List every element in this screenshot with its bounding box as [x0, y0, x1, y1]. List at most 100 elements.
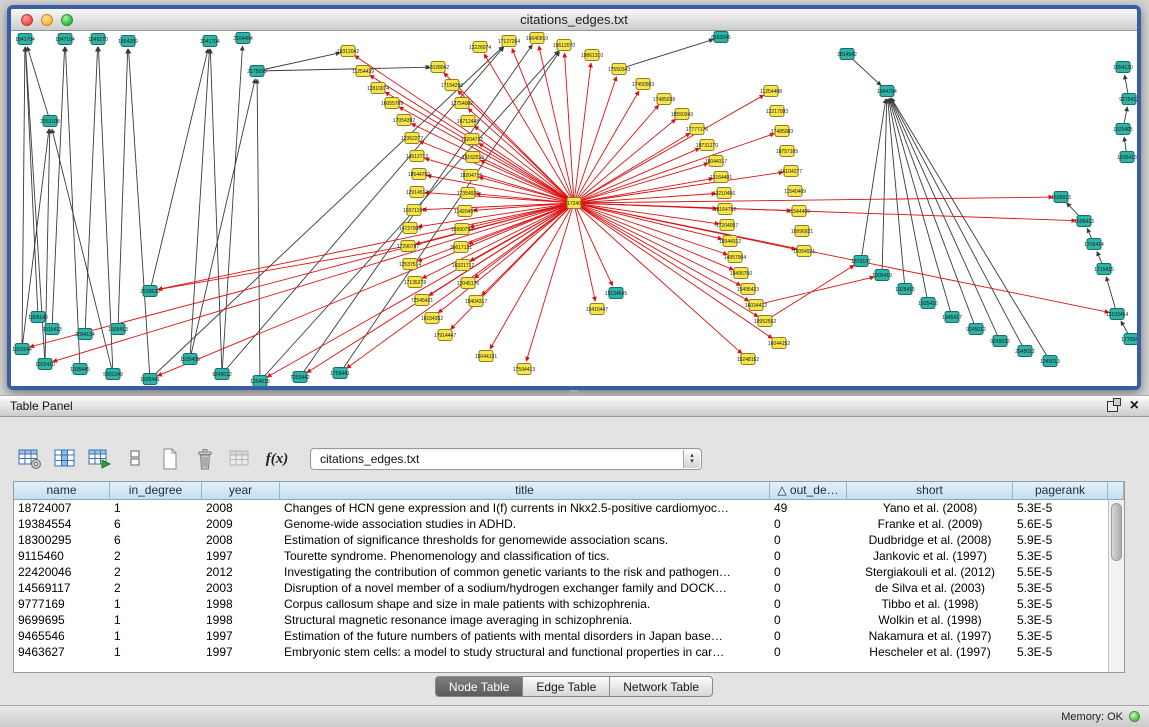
close-panel-icon[interactable]: ×: [1130, 398, 1139, 414]
graph-node[interactable]: 11544469: [788, 206, 810, 217]
graph-node[interactable]: 18544750: [408, 169, 430, 180]
graph-node[interactable]: 1854209: [118, 36, 138, 47]
graph-node[interactable]: 1901544: [12, 344, 32, 355]
table-row[interactable]: 1938455462009Genome-wide association stu…: [14, 516, 1108, 532]
graph-node[interactable]: 18550343: [671, 109, 693, 120]
graph-node[interactable]: 2175099: [247, 66, 267, 77]
graph-node[interactable]: 9245012: [212, 369, 232, 380]
graph-node[interactable]: 1847104: [55, 34, 75, 45]
graph-node[interactable]: 14512712: [406, 151, 428, 162]
graph-node[interactable]: 1944794: [877, 86, 897, 97]
delete-rows-button-disabled[interactable]: [226, 445, 254, 473]
graph-node[interactable]: 1935416: [918, 298, 938, 309]
graph-node[interactable]: 1770544: [1121, 334, 1137, 345]
delete-table-button[interactable]: [191, 445, 219, 473]
graph-node[interactable]: 17485038: [653, 94, 675, 105]
graph-node[interactable]: 1925415: [895, 284, 915, 295]
graph-node[interactable]: 9275413: [1119, 94, 1137, 105]
zoom-window-icon[interactable]: [61, 14, 73, 26]
graph-node[interactable]: 18164752: [714, 204, 736, 215]
graph-node[interactable]: 17127254: [498, 36, 520, 47]
scrollbar-thumb[interactable]: [1111, 503, 1122, 561]
float-panel-icon[interactable]: [1107, 401, 1118, 412]
column-header[interactable]: name: [14, 482, 110, 500]
graph-node[interactable]: 16055709: [381, 98, 403, 109]
graph-node[interactable]: 17450503: [632, 79, 654, 90]
graph-node[interactable]: 17777176: [686, 124, 708, 135]
graph-node[interactable]: 7253442: [290, 372, 310, 383]
table-row[interactable]: 1456911722003Disruption of a novel membe…: [14, 580, 1108, 596]
graph-node[interactable]: 12226074: [469, 42, 491, 53]
graph-node[interactable]: 1925441: [140, 374, 160, 385]
graph-node[interactable]: 9245012: [966, 324, 986, 335]
window-titlebar[interactable]: citations_edges.txt: [11, 9, 1137, 31]
graph-node[interactable]: 12914512: [406, 187, 428, 198]
graph-node[interactable]: 2015413: [42, 324, 62, 335]
network-graph[interactable]: 17240 18312042 11254439 12810074 1605570…: [11, 31, 1137, 386]
graph-node[interactable]: 17204057: [716, 220, 738, 231]
graph-node[interactable]: 15248152: [737, 354, 759, 365]
graph-node[interactable]: 1945417: [942, 312, 962, 323]
graph-node[interactable]: 1695413: [1074, 216, 1094, 227]
table-row[interactable]: 946362711997Embryonic stem cells: a mode…: [14, 644, 1108, 660]
graph-node[interactable]: 17550343: [608, 64, 630, 75]
graph-node[interactable]: 1935413: [1117, 152, 1137, 163]
graph-node[interactable]: 1715415: [1094, 264, 1114, 275]
column-header[interactable]: title: [280, 482, 770, 500]
table-row[interactable]: 911546021997Tourette syndrome. Phenomeno…: [14, 548, 1108, 564]
graph-node[interactable]: 15054921: [793, 246, 815, 257]
graph-node[interactable]: 1254015: [250, 376, 270, 387]
function-builder-button[interactable]: f(x): [261, 451, 293, 468]
graph-node[interactable]: 11540469: [784, 186, 806, 197]
graph-node[interactable]: 17485083: [771, 126, 793, 137]
table-select-dropdown[interactable]: citations_edges.txt ▴▾: [310, 448, 702, 470]
graph-node[interactable]: 2104454: [233, 33, 253, 44]
graph-node[interactable]: 12028042: [427, 62, 449, 73]
graph-node[interactable]: 15404317: [465, 296, 487, 307]
graph-node[interactable]: 17594413: [513, 364, 535, 375]
graph-node[interactable]: 1705414: [1084, 239, 1104, 250]
graph-node[interactable]: 2054134: [75, 329, 95, 340]
graph-node[interactable]: 18495750: [730, 268, 752, 279]
graph-node[interactable]: 13164401: [710, 172, 732, 183]
graph-node[interactable]: 1849270: [88, 34, 108, 45]
graph-node[interactable]: 12103454: [1106, 309, 1128, 320]
graph-node[interactable]: 1905140: [28, 312, 48, 323]
graph-node[interactable]: 19612070: [553, 40, 575, 51]
graph-node[interactable]: 12217093: [766, 106, 788, 117]
graph-node[interactable]: 18204712: [460, 170, 482, 181]
tab-node-table[interactable]: Node Table: [435, 676, 524, 697]
graph-node[interactable]: 1245013: [1040, 356, 1060, 367]
table-vertical-scrollbar[interactable]: [1108, 500, 1124, 672]
graph-node[interactable]: 15044131: [475, 351, 497, 362]
table-row[interactable]: 1872400712008Changes of HCN gene express…: [14, 500, 1108, 516]
graph-node[interactable]: 10990794: [451, 224, 473, 235]
graph-node[interactable]: 2041704: [200, 36, 220, 47]
network-canvas[interactable]: 17240 18312042 11254439 12810074 1605570…: [11, 31, 1137, 386]
graph-node[interactable]: 17290797: [397, 241, 419, 252]
graph-node[interactable]: 2526630: [140, 286, 160, 297]
table-row[interactable]: 946554611997Estimation of the future num…: [14, 628, 1108, 644]
graph-node[interactable]: 1935445: [70, 364, 90, 375]
graph-node[interactable]: 10996921: [791, 226, 813, 237]
table-row[interactable]: 977716911998Corpus callosum shape and si…: [14, 596, 1108, 612]
graph-node[interactable]: 8183046: [711, 32, 731, 43]
graph-node[interactable]: 18312042: [337, 46, 359, 57]
graph-node[interactable]: 1595813: [1051, 192, 1071, 203]
graph-node[interactable]: 19861310: [581, 50, 603, 61]
graph-node[interactable]: 9245032: [990, 336, 1010, 347]
graph-node[interactable]: 12352277: [401, 133, 423, 144]
row-height-button[interactable]: [121, 445, 149, 473]
minimize-window-icon[interactable]: [41, 14, 53, 26]
graph-node[interactable]: 15134545: [605, 288, 627, 299]
graph-node[interactable]: 1841704: [15, 34, 35, 45]
table-row[interactable]: 1830029562008Estimation of significance …: [14, 532, 1108, 548]
graph-node[interactable]: 15415447: [586, 304, 608, 315]
graph-node[interactable]: 1954130: [1113, 62, 1133, 73]
column-header[interactable]: pagerank: [1013, 482, 1108, 500]
panel-resize-gripper[interactable]: [570, 390, 578, 394]
graph-node[interactable]: 72545421: [411, 295, 433, 306]
graph-node[interactable]: 10952552: [754, 316, 776, 327]
graph-node[interactable]: 14957904: [724, 252, 746, 263]
graph-node[interactable]: 1759441: [330, 368, 350, 379]
